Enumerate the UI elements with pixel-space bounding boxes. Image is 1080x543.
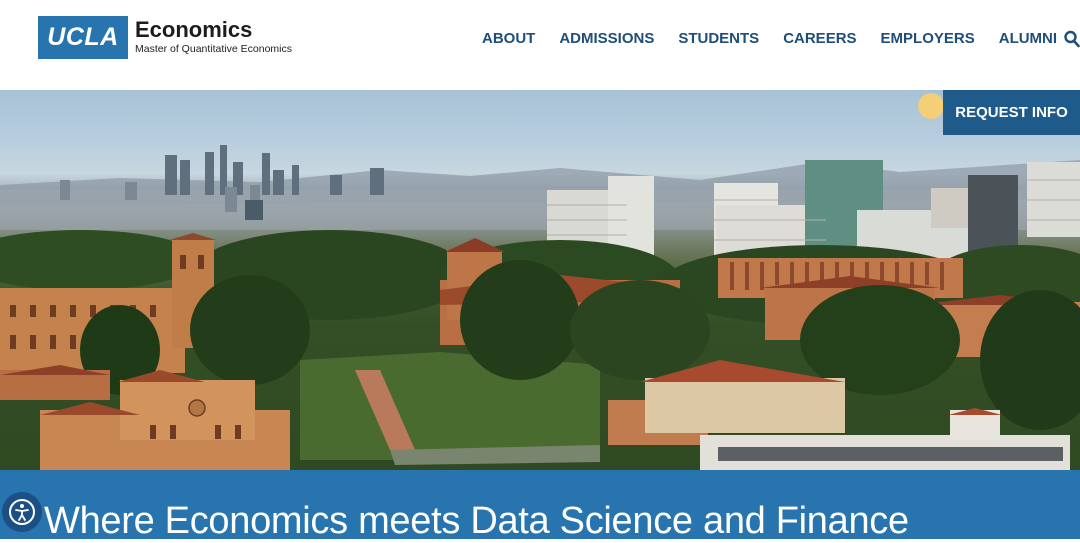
- nav-item-alumni[interactable]: ALUMNI: [999, 30, 1057, 47]
- site-logo[interactable]: UCLA Economics Master of Quantitative Ec…: [38, 16, 292, 59]
- nav-item-about[interactable]: ABOUT: [482, 30, 535, 47]
- nav-item-admissions[interactable]: ADMISSIONS: [559, 30, 654, 47]
- request-info-button[interactable]: REQUEST INFO: [943, 90, 1080, 135]
- hero-image: [0, 90, 1080, 470]
- nav-item-employers[interactable]: EMPLOYERS: [881, 30, 975, 47]
- accessibility-icon[interactable]: [2, 492, 42, 532]
- ucla-logo-mark: UCLA: [38, 16, 128, 59]
- nav-item-careers[interactable]: CAREERS: [783, 30, 856, 47]
- nav-item-students[interactable]: STUDENTS: [678, 30, 759, 47]
- main-nav: ABOUT ADMISSIONS STUDENTS CAREERS EMPLOY…: [482, 30, 1080, 47]
- search-icon[interactable]: [1064, 30, 1080, 48]
- site-header: UCLA Economics Master of Quantitative Ec…: [0, 0, 1080, 90]
- banner-headline: Where Economics meets Data Science and F…: [44, 500, 909, 542]
- logo-text: Economics Master of Quantitative Economi…: [135, 17, 292, 56]
- logo-subtitle: Master of Quantitative Economics: [135, 43, 292, 55]
- logo-title: Economics: [135, 17, 253, 42]
- headline-banner: Where Economics meets Data Science and F…: [0, 470, 1080, 542]
- campus-skyline-illustration: [0, 93, 1080, 470]
